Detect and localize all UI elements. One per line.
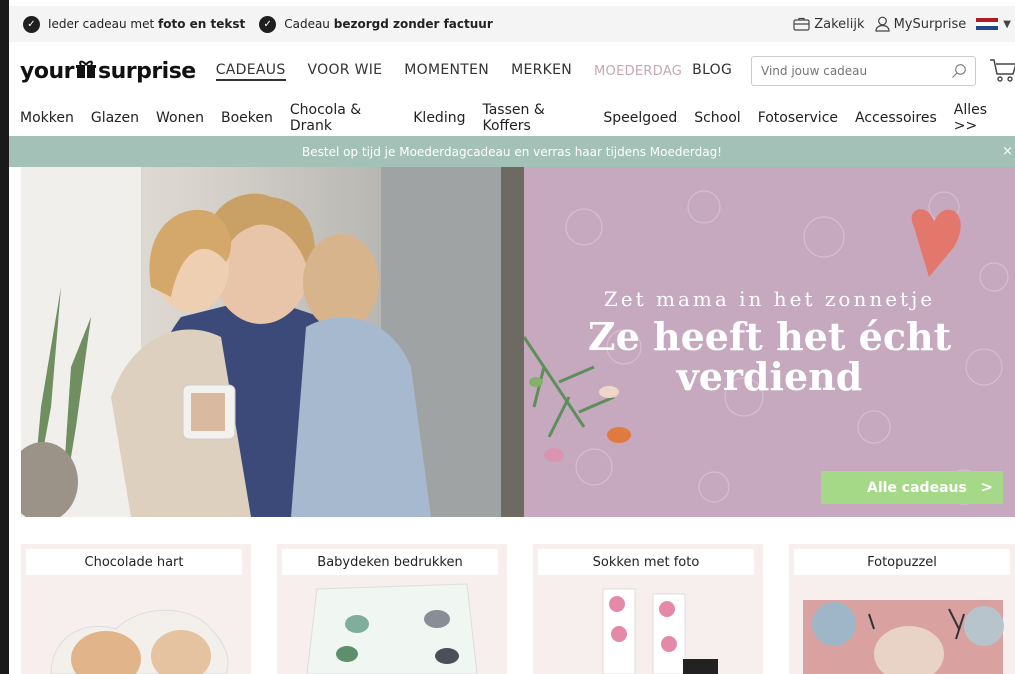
cart-icon[interactable] — [989, 56, 1015, 84]
hero-subtitle: Zet mama in het zonnetje — [603, 287, 936, 311]
category-fotoservice[interactable]: Fotoservice — [758, 110, 838, 126]
user-icon — [874, 16, 890, 32]
promo-banner[interactable]: Bestel op tijd je Moederdagcadeau en ver… — [9, 136, 1015, 167]
category-glazen[interactable]: Glazen — [91, 110, 139, 126]
category-wonen[interactable]: Wonen — [156, 110, 204, 126]
alle-cadeaus-button[interactable]: Alle cadeaus > — [821, 471, 1003, 504]
hero-title-line-1: Ze heeft het écht — [587, 314, 952, 359]
hero-banner[interactable]: Zet mama in het zonnetje Ze heeft het éc… — [21, 167, 1015, 517]
product-card-fotopuzzel[interactable]: Fotopuzzel — [789, 544, 1015, 674]
search-input[interactable] — [761, 64, 946, 78]
usp-no-invoice: ✓ Cadeau bezorgd zonder factuur — [259, 15, 493, 33]
close-icon[interactable]: × — [1002, 144, 1013, 159]
card-image — [50, 609, 229, 674]
mysurprise-label: MySurprise — [893, 16, 967, 32]
card-image — [803, 600, 1004, 674]
product-card-sokken[interactable]: Sokken met foto — [533, 544, 763, 674]
gift-icon — [75, 60, 96, 78]
hero-photo-illustration — [21, 167, 524, 517]
hero-title: Ze heeft het écht verdiend — [524, 317, 1015, 397]
briefcase-icon — [793, 17, 810, 31]
check-icon: ✓ — [23, 15, 40, 33]
hero-photo — [21, 167, 524, 517]
product-cards: Chocolade hart Babydeken bedrukken Sokke… — [21, 544, 1015, 674]
nav-cadeaus[interactable]: CADEAUS — [215, 62, 286, 81]
hero-title-line-2: verdiend — [676, 354, 863, 399]
check-icon: ✓ — [259, 15, 277, 33]
nav-moederdag[interactable]: MOEDERDAG — [594, 64, 682, 81]
logo-text-right: surprise — [97, 58, 196, 84]
usp-photo-text: ✓ Ieder cadeau met foto en tekst — [23, 15, 246, 33]
logo-text-left: your — [20, 58, 74, 84]
product-card-babydeken[interactable]: Babydeken bedrukken — [277, 544, 507, 674]
category-mokken[interactable]: Mokken — [20, 110, 74, 126]
category-boeken[interactable]: Boeken — [221, 110, 273, 126]
zakelijk-link[interactable]: Zakelijk — [793, 16, 865, 32]
account-links: Zakelijk MySurprise ▼ — [783, 16, 1011, 32]
category-speelgoed[interactable]: Speelgoed — [603, 110, 677, 126]
chevron-down-icon[interactable]: ▼ — [1003, 19, 1011, 30]
logo[interactable]: your surprise — [20, 59, 196, 84]
main-header: your surprise CADEAUS VOOR WIE MOMENTEN … — [9, 42, 1015, 100]
promo-text: Bestel op tijd je Moederdagcadeau en ver… — [302, 144, 722, 159]
category-nav: Mokken Glazen Wonen Boeken Chocola & Dra… — [9, 100, 1015, 136]
category-kleding[interactable]: Kleding — [413, 110, 465, 126]
usp-bar: ✓ Ieder cadeau met foto en tekst ✓ Cadea… — [9, 6, 1015, 42]
zakelijk-label: Zakelijk — [814, 16, 865, 32]
page: ✓ Ieder cadeau met foto en tekst ✓ Cadea… — [9, 0, 1015, 674]
dutch-flag-icon[interactable] — [976, 17, 999, 31]
category-tassen-koffers[interactable]: Tassen & Koffers — [482, 102, 586, 134]
nav-voor-wie[interactable]: VOOR WIE — [308, 62, 383, 81]
category-alles[interactable]: Alles >> — [954, 102, 1009, 134]
category-chocola-drank[interactable]: Chocola & Drank — [290, 102, 396, 134]
chevron-right-icon: > — [980, 478, 993, 496]
mysurprise-link[interactable]: MySurprise — [874, 16, 967, 32]
card-image — [602, 588, 718, 674]
category-school[interactable]: School — [694, 110, 740, 126]
product-card-chocolade-hart[interactable]: Chocolade hart — [21, 544, 251, 674]
usp-text-2: Cadeau bezorgd zonder factuur — [284, 17, 493, 31]
nav-merken[interactable]: MERKEN — [511, 62, 572, 81]
search-box — [751, 56, 976, 86]
nav-momenten[interactable]: MOMENTEN — [404, 62, 489, 81]
category-accessoires[interactable]: Accessoires — [855, 110, 937, 126]
search-icon[interactable] — [951, 63, 967, 79]
main-nav: CADEAUS VOOR WIE MOMENTEN MERKEN MOEDERD… — [215, 62, 754, 81]
cta-label: Alle cadeaus — [867, 479, 967, 496]
nav-blog[interactable]: BLOG — [692, 62, 732, 81]
usp-text-1: Ieder cadeau met foto en tekst — [48, 17, 246, 31]
card-image — [306, 583, 478, 674]
